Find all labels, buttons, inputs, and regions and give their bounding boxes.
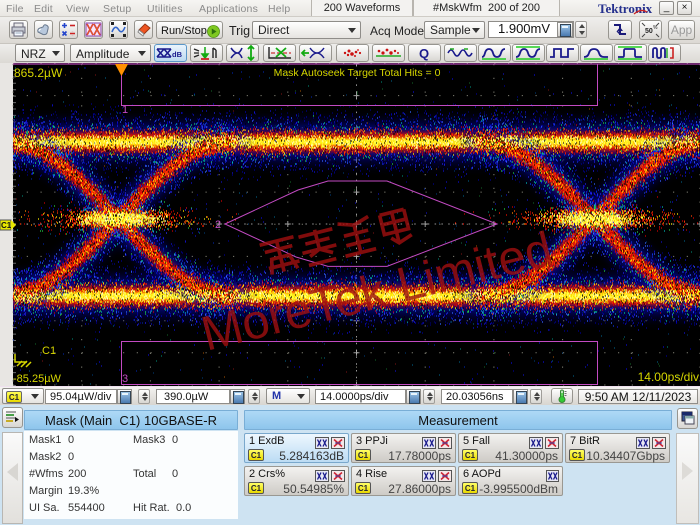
svg-text:2: 2 <box>215 219 221 231</box>
svg-text:1: 1 <box>122 104 128 116</box>
svg-text:%: % <box>653 25 658 31</box>
svg-text:3: 3 <box>122 373 128 385</box>
svg-text:14.00ps/div: 14.00ps/div <box>638 370 699 384</box>
svg-text:865.2µW: 865.2µW <box>14 66 63 80</box>
svg-text:50: 50 <box>645 28 653 35</box>
svg-text:Q: Q <box>419 46 429 61</box>
svg-text:Mask Autoseek Target Total Hit: Mask Autoseek Target Total Hits = 0 <box>274 67 441 79</box>
svg-text:-85.25µW: -85.25µW <box>13 373 62 385</box>
svg-text:C1: C1 <box>1 221 12 230</box>
svg-text:dB: dB <box>172 50 183 59</box>
svg-text:C1: C1 <box>42 345 56 357</box>
